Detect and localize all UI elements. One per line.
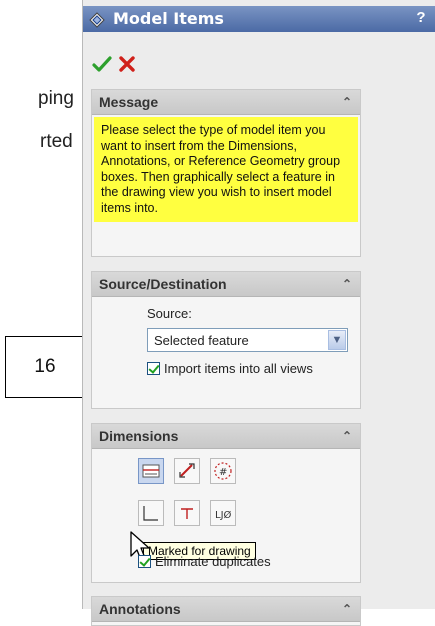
dimensions-title: Dimensions (99, 428, 179, 444)
source-destination-title: Source/Destination (99, 276, 227, 292)
hash-icon: # (214, 462, 232, 480)
checkbox-checked-icon[interactable] (138, 555, 151, 568)
collapse-chevron-icon[interactable]: ⌃ (342, 429, 352, 443)
source-select-value: Selected feature (154, 333, 249, 348)
marked-for-drawing-icon (142, 464, 160, 478)
hole-callout-icon: LJØ (215, 509, 232, 521)
collapse-chevron-icon[interactable]: ⌃ (342, 95, 352, 109)
hole-callout-button[interactable]: LJØ (210, 500, 236, 526)
eliminate-duplicates-label: Eliminate duplicates (155, 554, 271, 569)
model-items-icon (89, 12, 105, 28)
import-all-views-checkbox[interactable]: Import items into all views (147, 361, 313, 376)
chevron-down-icon[interactable]: ▼ (328, 330, 346, 350)
dimensions-group: Dimensions ⌃ # LJØ Marked for drawing El… (91, 423, 361, 583)
svg-text:#: # (219, 467, 227, 478)
red-x-icon[interactable] (116, 53, 138, 75)
annotations-header[interactable]: Annotations ⌃ (92, 597, 360, 622)
property-manager-title: Model Items (113, 9, 224, 28)
message-text: Please select the type of model item you… (94, 117, 358, 222)
hole-profile-icon (181, 508, 193, 519)
property-manager-title-bar: Model Items ? (83, 6, 435, 32)
message-group: Message ⌃ Please select the type of mode… (91, 89, 361, 257)
hole-locations-icon (143, 506, 158, 521)
collapse-chevron-icon[interactable]: ⌃ (342, 277, 352, 291)
source-destination-header[interactable]: Source/Destination ⌃ (92, 272, 360, 297)
hole-wizard-locations-button[interactable] (138, 500, 164, 526)
instance-count-button[interactable]: # (210, 458, 236, 484)
hole-wizard-profiles-button[interactable] (174, 500, 200, 526)
source-label: Source: (147, 306, 192, 321)
annotations-group: Annotations ⌃ (91, 596, 361, 626)
eliminate-duplicates-checkbox[interactable]: Eliminate duplicates (138, 554, 271, 569)
not-marked-for-drawing-button[interactable] (174, 458, 200, 484)
callout-number: 16 (34, 356, 56, 377)
background-text-line2: rted (40, 131, 73, 152)
green-check-icon[interactable] (91, 53, 113, 75)
callout-number-box: 16 (5, 336, 85, 398)
marked-for-drawing-button[interactable] (138, 458, 164, 484)
background-text-line1: ping (38, 88, 74, 109)
dimensions-header[interactable]: Dimensions ⌃ (92, 424, 360, 449)
property-manager-panel: Model Items ? Message ⌃ Please select th… (82, 0, 435, 626)
annotations-title: Annotations (99, 601, 181, 617)
checkbox-checked-icon[interactable] (147, 362, 160, 375)
dimension-arrow-icon (179, 463, 195, 478)
collapse-chevron-icon[interactable]: ⌃ (342, 602, 352, 616)
help-button[interactable]: ? (412, 9, 430, 27)
message-group-title: Message (99, 94, 159, 110)
source-select[interactable]: Selected feature ▼ (147, 328, 348, 352)
source-destination-group: Source/Destination ⌃ Source: Selected fe… (91, 271, 361, 409)
import-all-views-label: Import items into all views (164, 361, 313, 376)
message-group-header[interactable]: Message ⌃ (92, 90, 360, 115)
svg-text:LJØ: LJØ (215, 509, 232, 521)
